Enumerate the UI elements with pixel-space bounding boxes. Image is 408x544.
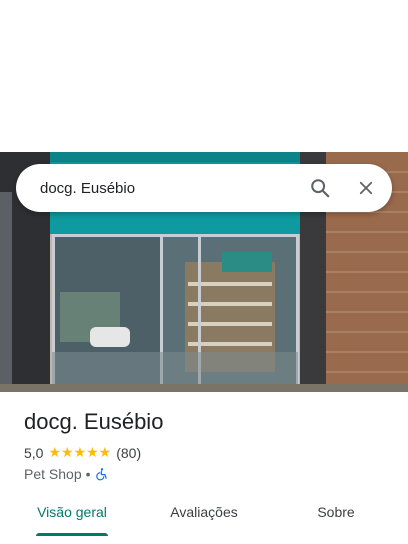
search-box[interactable]: docg. Eusébio (16, 164, 392, 212)
search-icon (311, 179, 330, 198)
search-input[interactable]: docg. Eusébio (40, 180, 300, 197)
wheelchair-icon (95, 468, 107, 481)
review-count[interactable]: (80) (116, 445, 141, 461)
category-row: Pet Shop • (24, 466, 109, 482)
tab-overview[interactable]: Visão geral (37, 504, 107, 520)
separator: • (85, 466, 91, 482)
rating-value: 5,0 (24, 444, 44, 461)
tab-about[interactable]: Sobre (317, 504, 354, 520)
rating-row[interactable]: 5,0 ★★★★★ (80) (24, 444, 141, 461)
close-icon (359, 181, 373, 195)
active-tab-indicator (36, 533, 108, 536)
tab-bar: Visão geral Avaliações Sobre (0, 494, 408, 538)
tab-reviews[interactable]: Avaliações (170, 504, 237, 520)
place-title: docg. Eusébio (24, 409, 164, 434)
search-button[interactable] (300, 168, 340, 208)
star-rating: ★★★★★ (48, 444, 112, 460)
clear-button[interactable] (346, 168, 386, 208)
place-category: Pet Shop (24, 466, 82, 482)
